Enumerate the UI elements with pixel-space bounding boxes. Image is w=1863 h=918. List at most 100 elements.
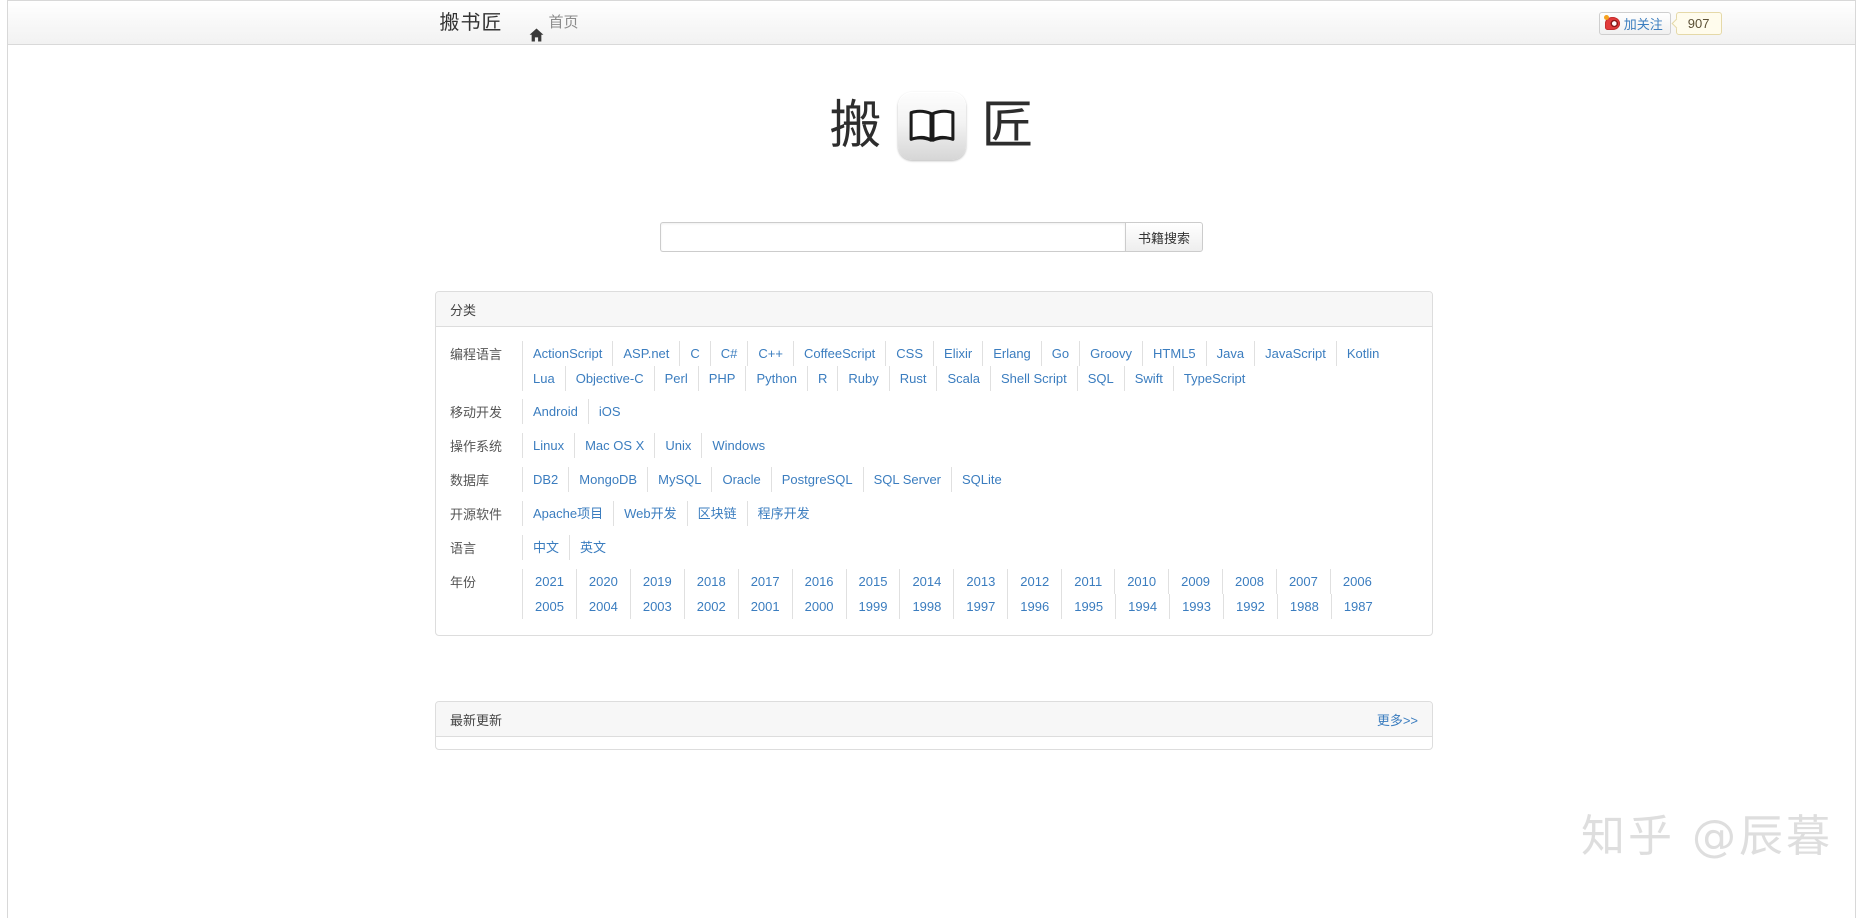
category-link[interactable]: 2014 <box>899 569 953 594</box>
category-link[interactable]: Windows <box>701 433 775 458</box>
follower-count-badge: 907 <box>1676 12 1722 35</box>
category-link[interactable]: Mac OS X <box>574 433 654 458</box>
category-link[interactable]: 2009 <box>1168 569 1222 594</box>
category-link[interactable]: 2000 <box>792 594 846 619</box>
category-link[interactable]: Android <box>522 399 588 424</box>
category-link[interactable]: Shell Script <box>990 366 1077 391</box>
category-link[interactable]: SQLite <box>951 467 1012 492</box>
category-link[interactable]: ASP.net <box>612 341 679 366</box>
category-link[interactable]: Erlang <box>982 341 1041 366</box>
category-link[interactable]: 程序开发 <box>747 501 820 526</box>
category-row: 操作系统LinuxMac OS XUnixWindows <box>450 429 1418 463</box>
category-link[interactable]: 2010 <box>1114 569 1168 594</box>
category-link[interactable]: 2011 <box>1061 569 1114 594</box>
category-link[interactable]: 2007 <box>1276 569 1330 594</box>
category-link[interactable]: Objective-C <box>565 366 654 391</box>
category-link[interactable]: Rust <box>889 366 937 391</box>
category-link[interactable]: 2017 <box>738 569 792 594</box>
category-link[interactable]: 2013 <box>953 569 1007 594</box>
category-link[interactable]: PostgreSQL <box>771 467 863 492</box>
watermark: 知乎 @辰暮 <box>1581 800 1833 864</box>
latest-updates-more-link[interactable]: 更多>> <box>1377 710 1418 729</box>
category-link[interactable]: Python <box>745 366 806 391</box>
category-link[interactable]: Perl <box>654 366 698 391</box>
category-link[interactable]: Lua <box>522 366 565 391</box>
category-link[interactable]: Elixir <box>933 341 982 366</box>
category-link-list: LinuxMac OS XUnixWindows <box>522 433 775 458</box>
category-link[interactable]: iOS <box>588 399 631 424</box>
category-link[interactable]: 2018 <box>684 569 738 594</box>
category-link[interactable]: HTML5 <box>1142 341 1206 366</box>
search-input[interactable] <box>660 222 1125 252</box>
category-link[interactable]: 2005 <box>522 594 576 619</box>
site-brand[interactable]: 搬书匠 <box>432 1 529 45</box>
category-link[interactable]: 1993 <box>1169 594 1223 619</box>
category-link[interactable]: Web开发 <box>613 501 687 526</box>
category-link[interactable]: Oracle <box>711 467 770 492</box>
category-link[interactable]: C <box>679 341 709 366</box>
category-row-label: 操作系统 <box>450 433 522 459</box>
category-row-label: 开源软件 <box>450 501 522 527</box>
category-link[interactable]: 2008 <box>1222 569 1276 594</box>
category-link[interactable]: 1998 <box>899 594 953 619</box>
category-row: 编程语言ActionScriptASP.netCC#C++CoffeeScrip… <box>450 337 1418 395</box>
category-link[interactable]: 1996 <box>1007 594 1061 619</box>
category-link[interactable]: C++ <box>747 341 793 366</box>
category-link[interactable]: SQL Server <box>863 467 951 492</box>
search-box: 书籍搜索 <box>660 222 1203 252</box>
category-link[interactable]: 1988 <box>1277 594 1331 619</box>
category-link[interactable]: Apache项目 <box>522 501 613 526</box>
category-link[interactable]: ActionScript <box>522 341 612 366</box>
category-link[interactable]: 2020 <box>576 569 630 594</box>
category-row: 年份20212020201920182017201620152014201320… <box>450 565 1418 623</box>
category-link[interactable]: C# <box>710 341 748 366</box>
category-link[interactable]: 1994 <box>1115 594 1169 619</box>
category-link[interactable]: 1987 <box>1331 594 1385 619</box>
category-link[interactable]: 2019 <box>630 569 684 594</box>
category-link-list: DB2MongoDBMySQLOraclePostgreSQLSQL Serve… <box>522 467 1012 492</box>
category-link[interactable]: R <box>807 366 837 391</box>
search-button[interactable]: 书籍搜索 <box>1125 222 1203 252</box>
category-link[interactable]: CSS <box>885 341 933 366</box>
category-link[interactable]: 2012 <box>1007 569 1061 594</box>
category-link[interactable]: MySQL <box>647 467 711 492</box>
category-link[interactable]: 2004 <box>576 594 630 619</box>
category-link[interactable]: 2001 <box>738 594 792 619</box>
latest-updates-title: 最新更新 <box>450 710 502 729</box>
category-link[interactable]: 中文 <box>522 535 569 560</box>
category-link[interactable]: SQL <box>1077 366 1124 391</box>
category-link[interactable]: Java <box>1206 341 1254 366</box>
category-link[interactable]: Linux <box>522 433 574 458</box>
category-link[interactable]: Go <box>1041 341 1079 366</box>
category-link[interactable]: Groovy <box>1079 341 1142 366</box>
open-book-icon <box>898 92 966 160</box>
category-link[interactable]: PHP <box>698 366 746 391</box>
category-link[interactable]: Swift <box>1124 366 1173 391</box>
nav-item-home[interactable]: 首页 <box>529 1 579 45</box>
category-link[interactable]: Scala <box>936 366 990 391</box>
category-row: 数据库DB2MongoDBMySQLOraclePostgreSQLSQL Se… <box>450 463 1418 497</box>
category-link[interactable]: Ruby <box>837 366 888 391</box>
weibo-follow-button[interactable]: 加关注 <box>1599 12 1671 35</box>
category-link[interactable]: 区块链 <box>687 501 747 526</box>
site-logo[interactable]: 搬 匠 <box>0 92 1863 160</box>
category-link[interactable]: 1997 <box>953 594 1007 619</box>
category-link[interactable]: DB2 <box>522 467 568 492</box>
category-link[interactable]: 2003 <box>630 594 684 619</box>
category-link[interactable]: CoffeeScript <box>793 341 885 366</box>
category-link[interactable]: TypeScript <box>1173 366 1255 391</box>
category-link[interactable]: Unix <box>654 433 701 458</box>
category-link[interactable]: 2021 <box>522 569 576 594</box>
latest-updates-panel: 最新更新 更多>> <box>435 701 1433 750</box>
category-link[interactable]: Kotlin <box>1336 341 1390 366</box>
category-link[interactable]: 1999 <box>846 594 900 619</box>
category-link[interactable]: MongoDB <box>568 467 647 492</box>
category-link[interactable]: 1995 <box>1061 594 1115 619</box>
category-link[interactable]: 2002 <box>684 594 738 619</box>
category-link[interactable]: JavaScript <box>1254 341 1336 366</box>
category-link[interactable]: 1992 <box>1223 594 1277 619</box>
category-link[interactable]: 2006 <box>1330 569 1384 594</box>
category-link[interactable]: 2016 <box>792 569 846 594</box>
category-link[interactable]: 英文 <box>569 535 616 560</box>
category-link[interactable]: 2015 <box>846 569 900 594</box>
